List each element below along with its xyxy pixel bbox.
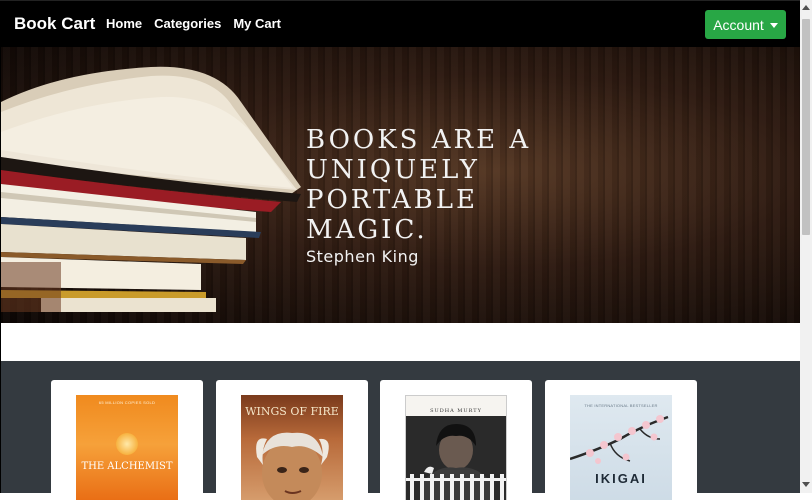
book-card[interactable]: SUDHA MURTY <box>380 380 532 500</box>
cover-tagline: THE INTERNATIONAL BESTSELLER <box>584 403 658 408</box>
nav-home[interactable]: Home <box>106 16 142 31</box>
cover-author: SUDHA MURTY <box>430 408 482 414</box>
book-cover-image[interactable]: WINGS OF FIRE <box>241 395 343 500</box>
account-label: Account <box>713 16 764 33</box>
book-cover-image[interactable]: 65 MILLION COPIES SOLD THE ALCHEMIST <box>76 395 178 500</box>
book-cover-image[interactable]: THE INTERNATIONAL BESTSELLER IKIGAI <box>570 395 672 500</box>
brand-logo[interactable]: Book Cart <box>14 14 95 34</box>
account-dropdown-button[interactable]: Account <box>705 10 786 39</box>
caret-down-icon <box>769 22 778 28</box>
sun-graphic <box>116 433 138 455</box>
book-card[interactable]: THE INTERNATIONAL BESTSELLER IKIGAI <box>545 380 697 500</box>
quote-line: UNIQUELY <box>306 155 480 185</box>
hero-banner: BOOKS ARE A UNIQUELY PORTABLE MAGIC. Ste… <box>1 47 800 323</box>
scroll-up-arrow-icon[interactable] <box>802 5 810 10</box>
scroll-down-arrow-icon[interactable] <box>802 482 810 487</box>
quote-line: MAGIC. <box>306 215 428 245</box>
book-stack-image <box>1 66 301 312</box>
book-cover-image[interactable]: SUDHA MURTY <box>405 395 507 500</box>
cherry-blossom-graphic <box>570 415 669 464</box>
nav-categories[interactable]: Categories <box>154 16 221 31</box>
quote-line: PORTABLE <box>306 185 478 215</box>
nav-links: Home Categories My Cart <box>106 16 281 31</box>
spacer-strip <box>1 323 800 361</box>
cover-title: WINGS OF FIRE <box>245 405 339 418</box>
cover-title: IKIGAI <box>595 471 647 486</box>
cover-title: THE ALCHEMIST <box>81 461 173 472</box>
book-list-section: 65 MILLION COPIES SOLD THE ALCHEMIST WIN… <box>1 361 800 500</box>
nav-my-cart[interactable]: My Cart <box>233 16 281 31</box>
quote-author: Stephen King <box>306 247 419 266</box>
cover-photo <box>406 416 506 500</box>
hero-quote: BOOKS ARE A UNIQUELY PORTABLE MAGIC. <box>306 125 531 245</box>
navbar: Book Cart Home Categories My Cart Accoun… <box>0 0 800 47</box>
author-portrait <box>256 432 329 500</box>
quote-line: BOOKS ARE A <box>306 125 532 155</box>
book-card[interactable]: WINGS OF FIRE <box>216 380 368 500</box>
scrollbar-thumb[interactable] <box>802 19 810 235</box>
cover-tagline: 65 MILLION COPIES SOLD <box>98 400 156 405</box>
book-card[interactable]: 65 MILLION COPIES SOLD THE ALCHEMIST <box>51 380 203 500</box>
